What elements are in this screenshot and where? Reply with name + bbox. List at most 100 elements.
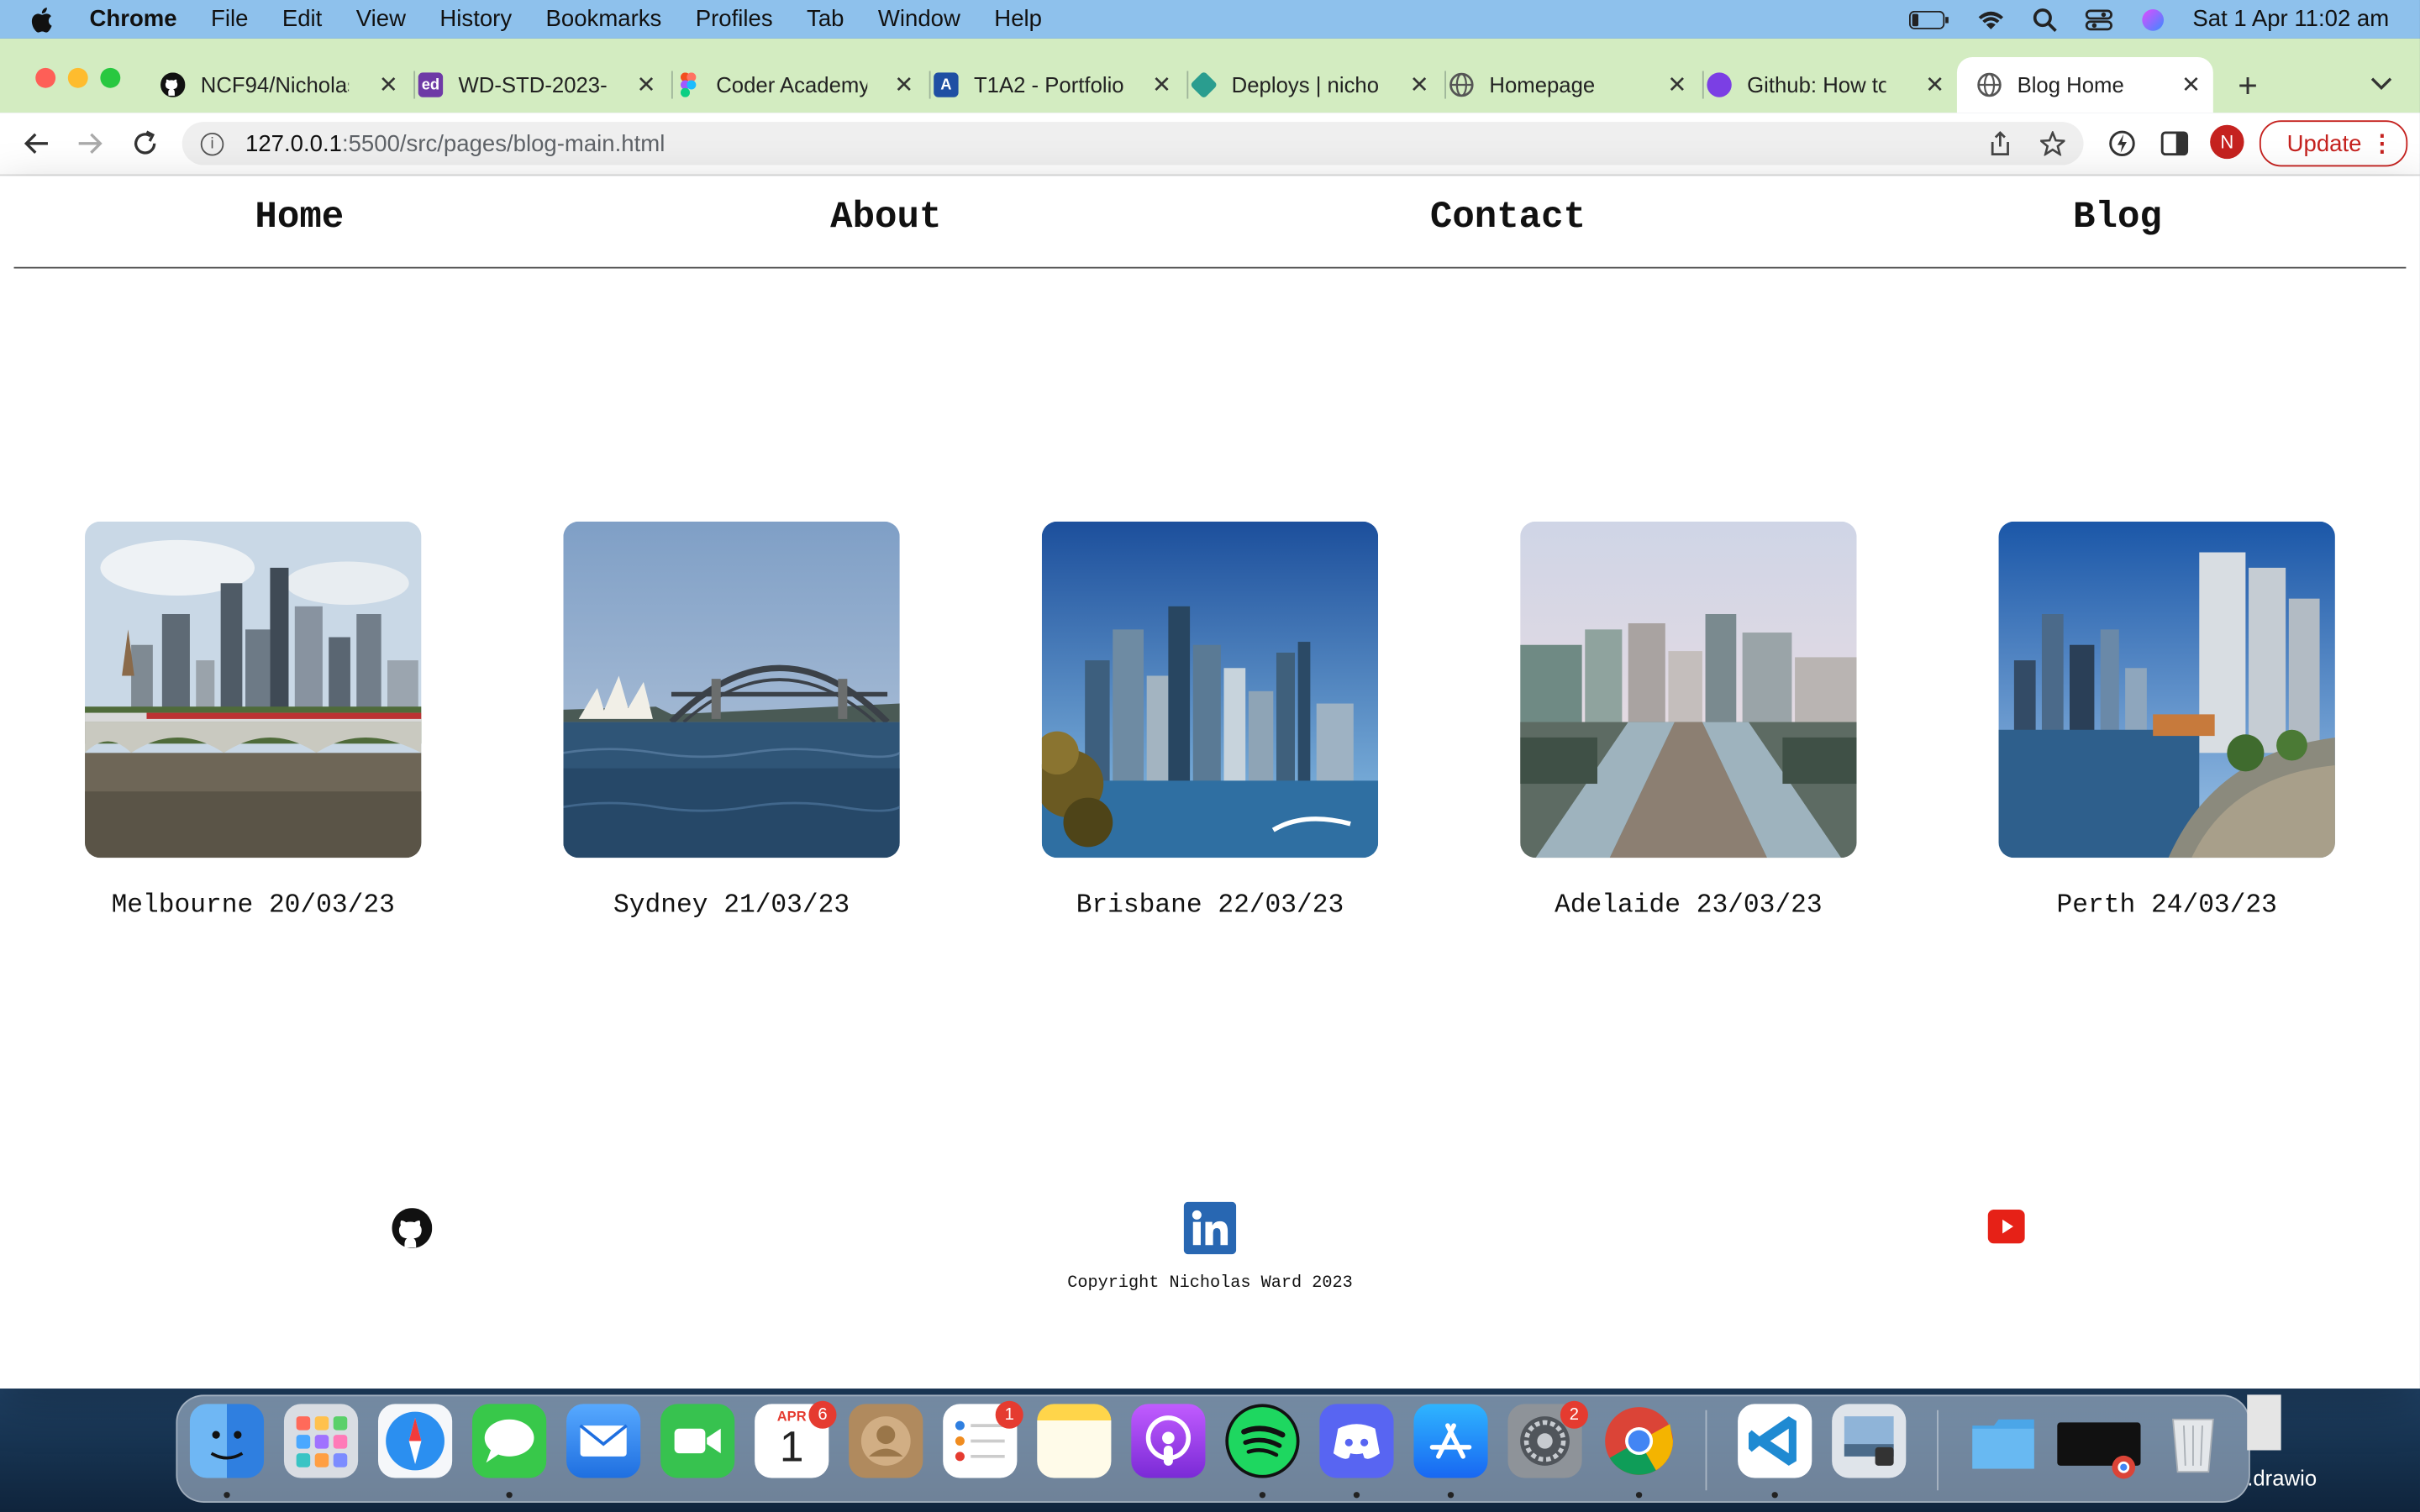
nav-blog-link[interactable]: Blog: [2073, 197, 2162, 239]
menu-tab[interactable]: Tab: [807, 6, 844, 32]
reload-icon[interactable]: [131, 129, 159, 157]
mail-icon[interactable]: [566, 1404, 641, 1478]
chrome-icon[interactable]: [1602, 1404, 1676, 1478]
perth-image[interactable]: [1998, 521, 2335, 858]
vscode-icon[interactable]: [1738, 1404, 1812, 1478]
menu-bookmarks[interactable]: Bookmarks: [546, 6, 662, 32]
tab-close-icon[interactable]: ✕: [1925, 71, 1944, 98]
minimize-window-button[interactable]: [67, 67, 88, 88]
tab-figma[interactable]: Coder Academy ✕: [676, 57, 926, 113]
tab-separator: [1186, 71, 1189, 99]
discord-icon[interactable]: [1319, 1404, 1394, 1478]
forward-arrow-icon[interactable]: [77, 131, 105, 155]
nav-about-link[interactable]: About: [830, 197, 941, 239]
kebab-menu-icon[interactable]: ⋮: [2370, 129, 2394, 157]
update-button-label: Update: [2286, 130, 2362, 157]
menu-view[interactable]: View: [356, 6, 406, 32]
spotify-icon[interactable]: [1225, 1404, 1300, 1478]
post-caption[interactable]: Perth 24/03/23: [2057, 892, 2277, 921]
tab-close-icon[interactable]: ✕: [1667, 71, 1686, 98]
menu-help[interactable]: Help: [994, 6, 1042, 32]
blog-card-perth[interactable]: Perth 24/03/23: [1998, 521, 2335, 921]
tab-close-icon[interactable]: ✕: [636, 71, 655, 98]
post-caption[interactable]: Brisbane 22/03/23: [1076, 892, 1344, 921]
menu-clock[interactable]: Sat 1 Apr 11:02 am: [2192, 6, 2389, 32]
tab-close-icon[interactable]: ✕: [894, 71, 913, 98]
bookmark-star-icon[interactable]: [2040, 131, 2065, 156]
contacts-icon[interactable]: [849, 1404, 923, 1478]
battery-icon[interactable]: [1908, 9, 1949, 29]
wifi-icon[interactable]: [1976, 8, 2004, 30]
post-caption[interactable]: Melbourne 20/03/23: [112, 892, 395, 921]
address-bar[interactable]: i 127.0.0.1:5500/src/pages/blog-main.htm…: [182, 122, 2084, 165]
blog-card-melbourne[interactable]: Melbourne 20/03/23: [85, 521, 422, 921]
menu-bar: Chrome File Edit View History Bookmarks …: [0, 0, 2420, 39]
close-window-button[interactable]: [35, 67, 56, 88]
zoom-window-button[interactable]: [100, 67, 121, 88]
sydney-image[interactable]: [563, 521, 900, 858]
facetime-icon[interactable]: [660, 1404, 735, 1478]
desktop-file-label[interactable]: .drawio: [2247, 1466, 2317, 1490]
tab-search-chevron-down-icon[interactable]: [2370, 76, 2392, 91]
menu-history[interactable]: History: [439, 6, 512, 32]
blog-card-adelaide[interactable]: Adelaide 23/03/23: [1520, 521, 1857, 921]
adelaide-image[interactable]: [1520, 521, 1857, 858]
update-button[interactable]: Update ⋮: [2259, 120, 2408, 167]
control-center-icon[interactable]: [2085, 8, 2112, 30]
tab-ed[interactable]: ed WD-STD-2023- ✕: [418, 57, 669, 113]
calendar-badge: 6: [808, 1400, 837, 1429]
safari-icon[interactable]: [377, 1404, 453, 1478]
blog-card-sydney[interactable]: Sydney 21/03/23: [563, 521, 900, 921]
menu-window[interactable]: Window: [878, 6, 960, 32]
profile-avatar[interactable]: N: [2210, 124, 2244, 160]
tab-homepage[interactable]: Homepage ✕: [1449, 57, 1700, 113]
finder-icon[interactable]: [189, 1404, 265, 1478]
post-caption[interactable]: Sydney 21/03/23: [613, 892, 850, 921]
nav-divider: [13, 266, 2407, 269]
tab-close-icon[interactable]: ✕: [379, 71, 398, 98]
tab-portfolio[interactable]: A T1A2 - Portfolio ✕: [934, 57, 1184, 113]
side-panel-icon[interactable]: [2160, 129, 2189, 157]
youtube-icon[interactable]: [1987, 1209, 2025, 1244]
podcasts-icon[interactable]: [1131, 1404, 1206, 1478]
launchpad-icon[interactable]: [283, 1404, 359, 1478]
running-indicator: [1447, 1492, 1455, 1499]
calendar-day: 1: [779, 1422, 804, 1471]
tab-github[interactable]: NCF94/Nicholas ✕: [160, 57, 411, 113]
siri-icon[interactable]: [2140, 7, 2165, 31]
site-info-icon[interactable]: i: [200, 132, 224, 155]
tab-github-howto[interactable]: Github: How to ✕: [1707, 57, 1957, 113]
desktop-file-icon[interactable]: [2247, 1394, 2281, 1451]
tab-close-icon[interactable]: ✕: [2181, 71, 2201, 98]
notes-icon[interactable]: [1037, 1404, 1112, 1478]
github-icon[interactable]: [392, 1208, 433, 1248]
tab-close-icon[interactable]: ✕: [1410, 71, 1429, 98]
new-tab-plus-icon[interactable]: +: [2238, 66, 2258, 107]
tab-separator: [671, 71, 673, 99]
menu-profiles[interactable]: Profiles: [696, 6, 773, 32]
trash-icon[interactable]: [2156, 1404, 2230, 1478]
downloads-folder-icon[interactable]: [1966, 1404, 2040, 1478]
melbourne-image[interactable]: [85, 521, 422, 858]
linkedin-icon[interactable]: [1183, 1201, 1237, 1255]
spotlight-search-icon[interactable]: [2032, 7, 2057, 32]
blog-card-brisbane[interactable]: Brisbane 22/03/23: [1041, 521, 1379, 921]
tab-netlify[interactable]: Deploys | nichol ✕: [1190, 57, 1442, 113]
tab-close-icon[interactable]: ✕: [1152, 71, 1171, 98]
messages-icon[interactable]: [472, 1404, 547, 1478]
share-icon[interactable]: [1988, 131, 2012, 157]
nav-home-link[interactable]: Home: [255, 197, 344, 239]
chrome-badge-icon: [2112, 1455, 2136, 1479]
tab-blog-home[interactable]: Blog Home ✕: [1956, 56, 2213, 113]
nav-contact-link[interactable]: Contact: [1430, 197, 1586, 239]
extensions-bolt-icon[interactable]: [2108, 129, 2136, 157]
post-caption[interactable]: Adelaide 23/03/23: [1555, 892, 1823, 921]
apple-icon[interactable]: [31, 5, 55, 33]
menu-app-name[interactable]: Chrome: [90, 6, 177, 32]
menu-edit[interactable]: Edit: [282, 6, 322, 32]
app-store-icon[interactable]: [1413, 1404, 1488, 1478]
menu-file[interactable]: File: [211, 6, 248, 32]
preview-icon[interactable]: [1832, 1404, 1907, 1478]
back-arrow-icon[interactable]: [22, 131, 50, 155]
brisbane-image[interactable]: [1041, 521, 1379, 858]
